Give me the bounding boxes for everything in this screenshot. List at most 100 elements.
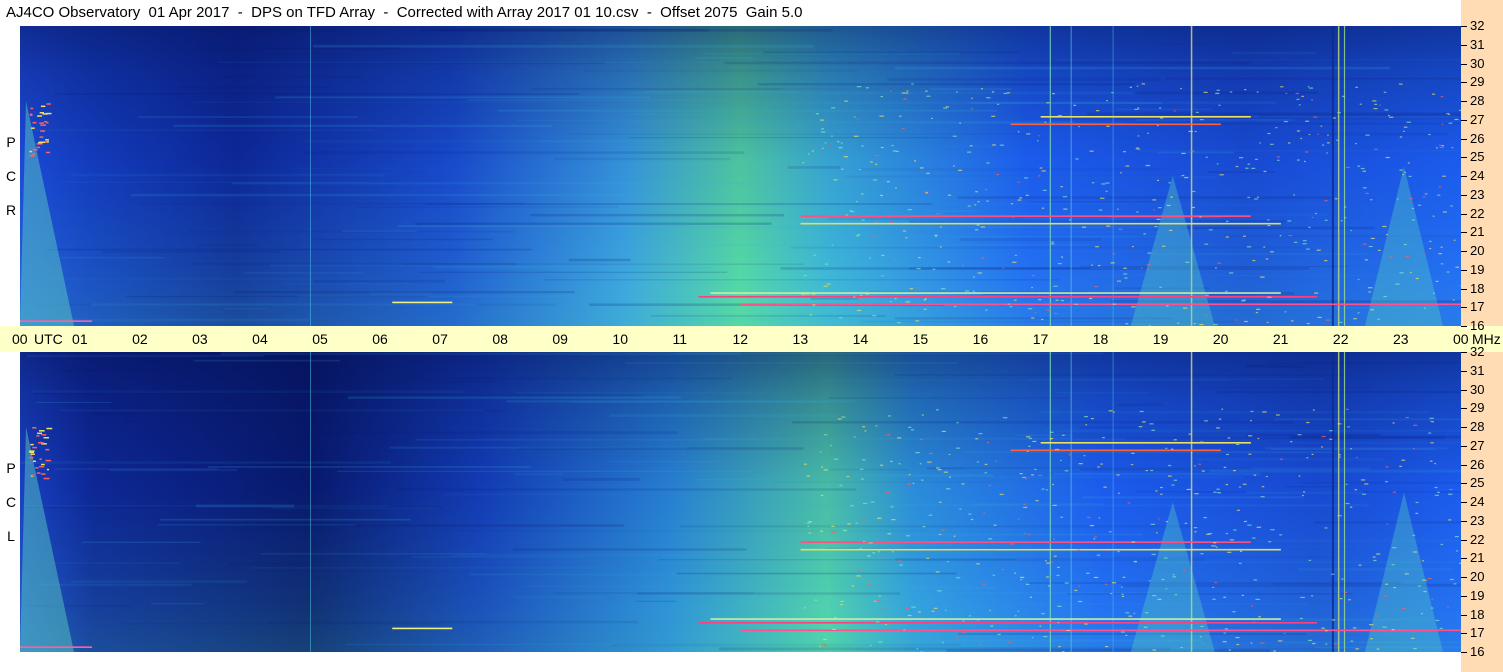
speckle bbox=[1270, 529, 1275, 531]
noise-streak bbox=[82, 541, 201, 543]
freq-label: 25 bbox=[1470, 475, 1485, 491]
speckle bbox=[1038, 175, 1041, 177]
speckle bbox=[1134, 108, 1139, 110]
speckle bbox=[1250, 410, 1254, 413]
interference-line bbox=[310, 352, 311, 652]
noise-streak bbox=[51, 562, 181, 564]
freq-label: 17 bbox=[1470, 625, 1485, 641]
speckle bbox=[890, 506, 894, 508]
noise-streak bbox=[1054, 59, 1461, 61]
noise-streak bbox=[109, 468, 238, 472]
speckle bbox=[919, 463, 922, 465]
noise-streak bbox=[1136, 91, 1319, 95]
speckle bbox=[926, 557, 930, 559]
speckle bbox=[907, 483, 911, 485]
speckle bbox=[1308, 559, 1312, 561]
speckle bbox=[1341, 578, 1344, 580]
speckle bbox=[1373, 107, 1378, 110]
speckle bbox=[1276, 156, 1280, 158]
time-label: 13 bbox=[792, 331, 809, 347]
freq-tick bbox=[1461, 633, 1467, 635]
speckle bbox=[1186, 488, 1192, 491]
speckle bbox=[1229, 272, 1234, 274]
speckle bbox=[1098, 209, 1103, 211]
speckle bbox=[1222, 641, 1227, 643]
speckle bbox=[1344, 591, 1347, 594]
speckle bbox=[920, 479, 924, 481]
speckle bbox=[1112, 411, 1115, 413]
speckle bbox=[1060, 516, 1064, 518]
speckle bbox=[1350, 229, 1353, 232]
speckle bbox=[1106, 125, 1110, 127]
time-label: 00 bbox=[1453, 331, 1469, 347]
speckle bbox=[910, 429, 915, 431]
speckle bbox=[1046, 102, 1050, 104]
speckle bbox=[897, 322, 901, 324]
noise-streak bbox=[255, 53, 349, 55]
speckle bbox=[1238, 157, 1244, 159]
speckle bbox=[1087, 516, 1091, 519]
speckle bbox=[886, 434, 891, 436]
speckle bbox=[1161, 578, 1165, 581]
speckle bbox=[974, 204, 977, 206]
speckle bbox=[1432, 292, 1435, 294]
speckle bbox=[1344, 217, 1347, 219]
speckle bbox=[1345, 303, 1349, 305]
speckle bbox=[1362, 170, 1366, 172]
speckle bbox=[1150, 523, 1155, 525]
speckle bbox=[865, 87, 869, 89]
speckle bbox=[961, 632, 966, 634]
speckle bbox=[1253, 579, 1257, 581]
speckle bbox=[980, 226, 986, 228]
rfi-carrier bbox=[800, 215, 1251, 217]
freq-label: 21 bbox=[1470, 550, 1485, 566]
speckle bbox=[977, 272, 983, 274]
speckle bbox=[862, 426, 866, 428]
speckle bbox=[1385, 156, 1390, 159]
noise-streak bbox=[1222, 235, 1461, 237]
speckle bbox=[943, 107, 948, 109]
noise-streak bbox=[444, 493, 624, 496]
noise-streak bbox=[468, 573, 707, 576]
speckle bbox=[1385, 233, 1388, 236]
speckle bbox=[859, 468, 864, 470]
freq-tick bbox=[1461, 119, 1467, 121]
noise-streak bbox=[35, 401, 112, 403]
speckle bbox=[967, 205, 971, 207]
speckle bbox=[831, 531, 836, 534]
speckle bbox=[1427, 577, 1432, 580]
speckle bbox=[1288, 234, 1293, 237]
speckle bbox=[1296, 159, 1300, 161]
speckle bbox=[803, 274, 807, 277]
noise-streak bbox=[543, 279, 1060, 281]
speckle bbox=[1359, 103, 1362, 105]
time-label: 03 bbox=[192, 331, 208, 347]
speckle bbox=[1097, 466, 1100, 468]
speckle bbox=[1102, 436, 1105, 439]
speckle bbox=[902, 230, 907, 232]
speckle bbox=[1251, 605, 1253, 607]
speckle bbox=[1019, 576, 1025, 579]
speckle bbox=[1401, 459, 1406, 461]
speckle bbox=[1430, 442, 1434, 444]
speckle bbox=[850, 210, 855, 213]
speckle bbox=[1111, 91, 1114, 94]
speckle bbox=[1333, 643, 1337, 645]
freq-label: 24 bbox=[1470, 168, 1485, 183]
noise-streak bbox=[226, 394, 643, 397]
speckle bbox=[1365, 192, 1369, 195]
speckle bbox=[1145, 164, 1151, 167]
speckle bbox=[936, 467, 940, 469]
speckle bbox=[1122, 576, 1126, 578]
speckle bbox=[1130, 463, 1134, 466]
speckle bbox=[1199, 636, 1202, 638]
speckle bbox=[1392, 547, 1397, 549]
speckle bbox=[1432, 93, 1435, 95]
speckle bbox=[1428, 432, 1432, 434]
speckle bbox=[1280, 86, 1284, 88]
noise-streak bbox=[196, 47, 401, 50]
speckle bbox=[1117, 280, 1121, 283]
speckle bbox=[1172, 576, 1176, 578]
noise-streak bbox=[631, 120, 1075, 124]
speckle bbox=[938, 501, 942, 503]
